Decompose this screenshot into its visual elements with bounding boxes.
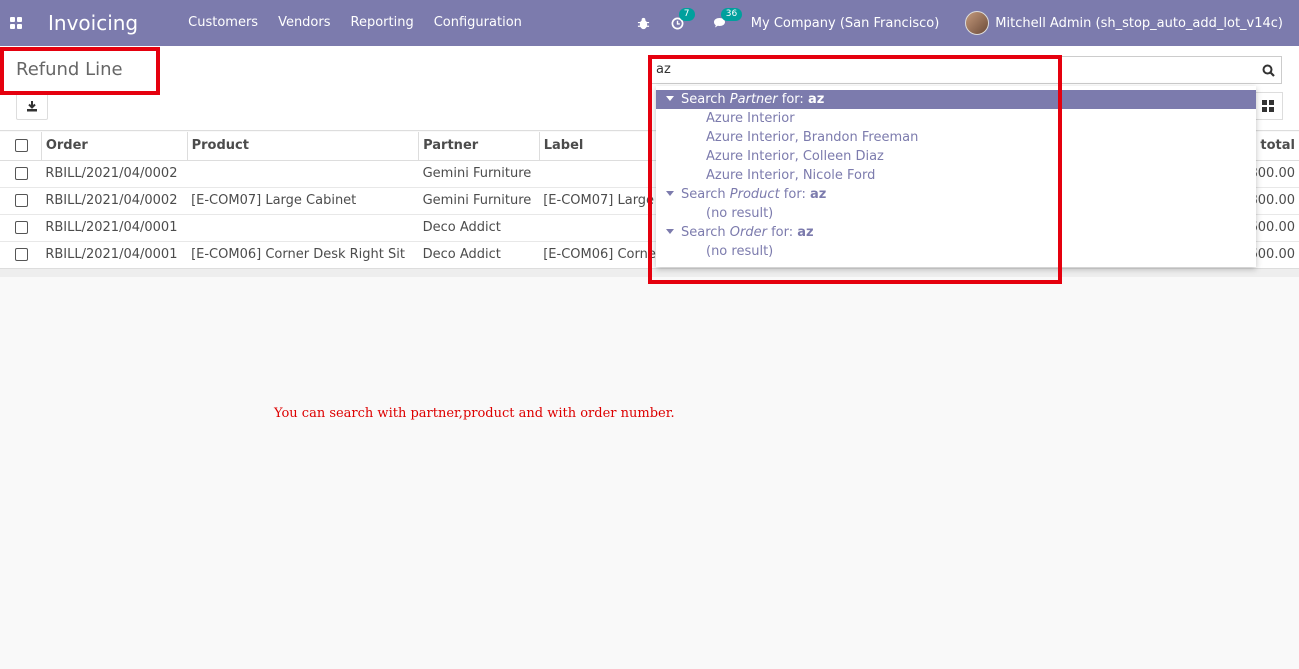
- cell-partner: Deco Addict: [418, 241, 540, 269]
- row-select-cell: [0, 241, 42, 269]
- row-select-cell: [0, 187, 42, 215]
- cell-order: RBILL/2021/04/0001: [41, 214, 188, 242]
- main-menu: Customers Vendors Reporting Configuratio…: [178, 0, 532, 46]
- user-menu[interactable]: Mitchell Admin (sh_stop_auto_add_lot_v14…: [995, 16, 1283, 31]
- title-highlight-box: [0, 47, 160, 95]
- kanban-grid-icon: [1262, 100, 1274, 112]
- row-checkbox[interactable]: [15, 248, 28, 261]
- annotation-text: You can search with partner,product and …: [274, 406, 675, 421]
- select-all-cell: [0, 132, 42, 161]
- cell-partner: Deco Addict: [418, 214, 540, 242]
- cell-product: [E-COM07] Large Cabinet: [187, 187, 419, 215]
- kanban-view-button[interactable]: [1253, 92, 1283, 120]
- row-checkbox[interactable]: [15, 167, 28, 180]
- cell-product: [187, 214, 419, 242]
- top-navbar: Invoicing Customers Vendors Reporting Co…: [0, 0, 1299, 46]
- select-all-checkbox[interactable]: [15, 139, 28, 153]
- row-checkbox[interactable]: [15, 194, 28, 207]
- cell-order: RBILL/2021/04/0002: [41, 187, 188, 215]
- company-switcher[interactable]: My Company (San Francisco): [751, 16, 939, 31]
- cell-order: RBILL/2021/04/0002: [41, 160, 188, 188]
- cell-product: [187, 160, 419, 188]
- user-avatar[interactable]: [965, 11, 990, 35]
- menu-customers[interactable]: Customers: [178, 0, 268, 46]
- debug-bug-icon[interactable]: [637, 16, 651, 30]
- menu-reporting[interactable]: Reporting: [341, 0, 424, 46]
- menu-vendors[interactable]: Vendors: [268, 0, 340, 46]
- menu-configuration[interactable]: Configuration: [424, 0, 532, 46]
- search-icon[interactable]: [1255, 57, 1281, 83]
- cell-partner: Gemini Furniture: [418, 160, 540, 188]
- cell-product: [E-COM06] Corner Desk Right Sit: [187, 241, 419, 269]
- column-product[interactable]: Product: [186, 132, 419, 161]
- cell-order: RBILL/2021/04/0001: [41, 241, 188, 269]
- search-highlight-box: [648, 55, 1062, 284]
- activity-clock-icon[interactable]: 7: [671, 8, 695, 30]
- activity-count-badge: 7: [678, 8, 695, 21]
- row-select-cell: [0, 214, 42, 242]
- row-checkbox[interactable]: [15, 221, 28, 234]
- app-name[interactable]: Invoicing: [48, 11, 138, 35]
- export-button[interactable]: [16, 92, 48, 120]
- column-partner[interactable]: Partner: [418, 132, 540, 161]
- apps-menu-icon[interactable]: [0, 0, 32, 46]
- row-select-cell: [0, 160, 42, 188]
- column-order[interactable]: Order: [40, 132, 188, 161]
- navbar-right: 7 36 My Company (San Francisco) Mitchell…: [627, 0, 1283, 46]
- message-count-badge: 36: [720, 8, 743, 21]
- cell-partner: Gemini Furniture: [418, 187, 540, 215]
- messages-chat-icon[interactable]: 36: [713, 8, 743, 30]
- download-icon: [27, 101, 37, 112]
